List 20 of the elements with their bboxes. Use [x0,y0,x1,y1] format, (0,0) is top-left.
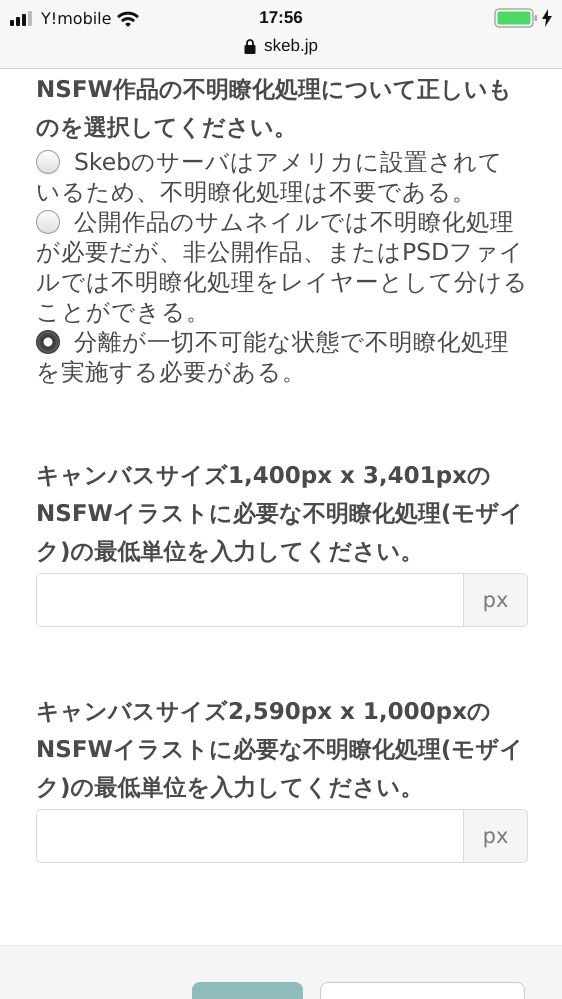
radio-button[interactable] [36,330,60,354]
question-title: キャンバスサイズ2,590px x 1,000pxのNSFWイラストに必要な不明瞭化処理(モザイク)の最低単位を入力してください。 [36,698,524,803]
charging-icon [542,9,552,27]
unit-label: px [464,573,528,627]
radio-button[interactable] [36,210,60,234]
number-input-field[interactable] [36,809,464,863]
carrier-name: Y!mobile [41,8,112,28]
radio-button[interactable] [36,150,60,174]
question-title: キャンバスサイズ1,400px x 3,401pxのNSFWイラストに必要な不明瞭化処理(モザイク)の最低単位を入力してください。 [36,462,524,567]
radio-option[interactable]: 分離が一切不可能な状態で不明瞭化処理を実施する必要がある。 [36,327,528,387]
battery-icon [494,8,538,28]
radio-option[interactable]: 公開作品のサムネイルでは不明瞭化処理が必要だが、非公開作品、またはPSDファイルでは不明瞭化処理をレイヤーとして分けることができる。 [36,207,528,327]
question-title: NSFW作品の不明瞭化処理について正しいものを選択してください。 [36,76,513,143]
radio-option[interactable]: Skebのサーバはアメリカに設置されているため、不明瞭化処理は不要である。 [36,147,528,207]
unit-label: px [464,809,528,863]
url-text[interactable]: skeb.jp [264,36,318,56]
wifi-icon [116,10,140,26]
number-input-field[interactable] [36,573,464,627]
clock-time: 17:56 [259,8,303,28]
lock-icon [244,38,256,54]
